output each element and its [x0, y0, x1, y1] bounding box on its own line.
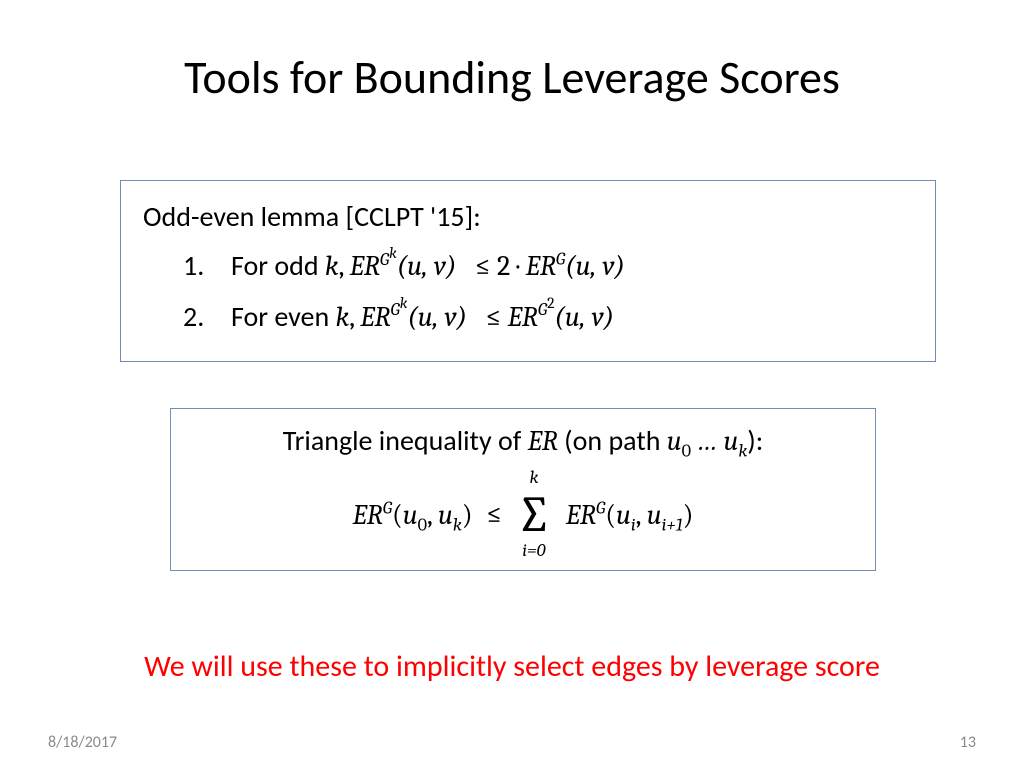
- highlight-note: We will use these to implicitly select e…: [0, 648, 1024, 685]
- lemma-item-2: 2. For even k, ERGk(u, v) ≤ ERG2(u, v): [183, 295, 913, 339]
- odd-even-lemma-box: Odd-even lemma [CCLPT '15]: 1. For odd k…: [120, 180, 936, 362]
- slide: Tools for Bounding Leverage Scores Odd-e…: [0, 0, 1024, 768]
- item2-content: For even k, ERGk(u, v) ≤ ERG2(u, v): [231, 295, 614, 339]
- le-symbol: ≤: [487, 493, 503, 536]
- footer-date: 8/18/2017: [48, 733, 117, 752]
- lemma-heading: Odd-even lemma [CCLPT '15]:: [143, 195, 913, 238]
- formula-lhs: ERG(u0, uk): [352, 493, 472, 537]
- formula-rhs: ERG(ui, ui+1): [566, 493, 694, 537]
- item2-number: 2.: [183, 295, 213, 338]
- triangle-inequality-box: Triangle inequality of ER (on path u0 … …: [170, 408, 876, 571]
- triangle-formula: ERG(u0, uk) ≤ k ∑ i=0 ERG(ui, ui+1): [193, 469, 853, 560]
- item1-number: 1.: [183, 244, 213, 287]
- footer-page-number: 13: [960, 733, 976, 752]
- lemma-item-1: 1. For odd k, ERGk(u, v) ≤ 2 · ERG(u, v): [183, 244, 913, 288]
- triangle-heading: Triangle inequality of ER (on path u0 … …: [193, 419, 853, 463]
- summation: k ∑ i=0: [516, 469, 552, 560]
- item1-content: For odd k, ERGk(u, v) ≤ 2 · ERG(u, v): [231, 244, 625, 288]
- slide-title: Tools for Bounding Leverage Scores: [0, 50, 1024, 106]
